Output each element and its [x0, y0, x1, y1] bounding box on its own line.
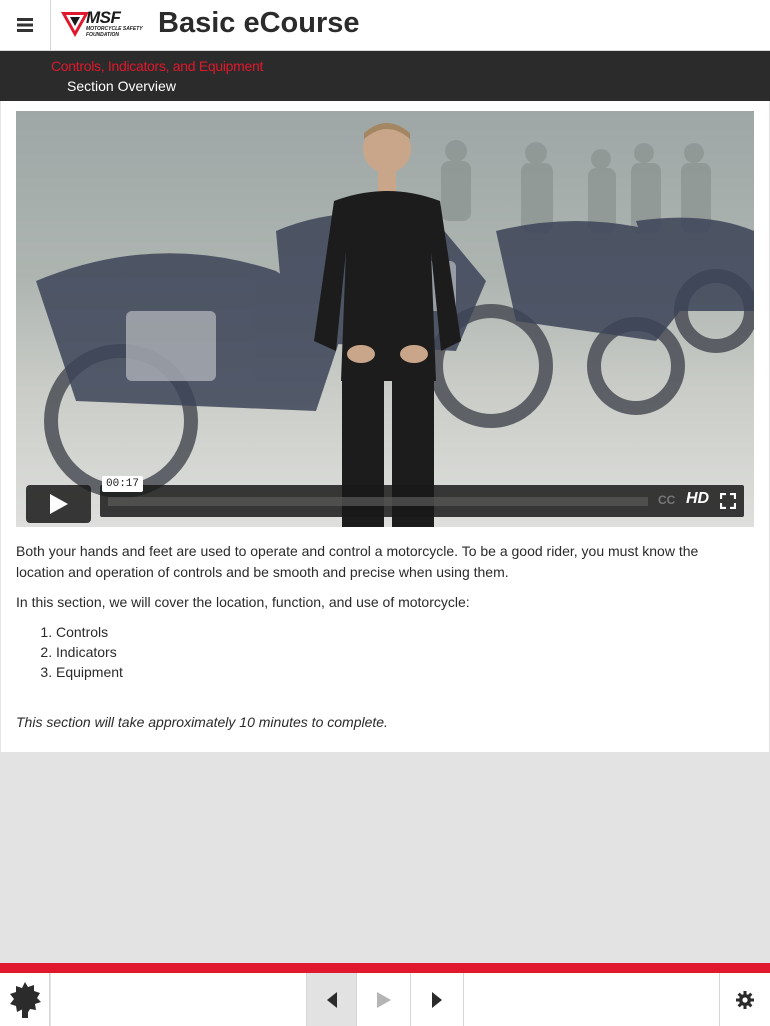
video-player[interactable]: CC HD 00:17	[16, 111, 754, 527]
course-section-title[interactable]: Controls, Indicators, and Equipment	[51, 58, 263, 74]
video-time-tooltip: 00:17	[102, 476, 144, 492]
play-icon	[49, 494, 68, 514]
page-title: Section Overview	[67, 78, 176, 94]
list-item: Controls	[56, 622, 746, 642]
previous-button[interactable]	[306, 973, 356, 1026]
next-button[interactable]	[410, 973, 464, 1026]
list-item: Equipment	[56, 662, 746, 682]
top-header: MSF MOTORCYCLE SAFETY FOUNDATION Basic e…	[0, 0, 770, 51]
gear-icon	[736, 990, 754, 1009]
bottom-navigation	[0, 963, 770, 1026]
closed-captions-button[interactable]: CC	[658, 493, 675, 507]
app-title: Basic eCourse	[158, 7, 360, 39]
footer-spacer-left	[51, 973, 306, 1026]
progress-strip	[0, 963, 770, 973]
next-icon	[432, 991, 442, 1008]
hamburger-icon	[17, 18, 33, 32]
replay-button[interactable]	[356, 973, 410, 1026]
duration-note: This section will take approximately 10 …	[16, 714, 388, 730]
intro-paragraph: Both your hands and feet are used to ope…	[16, 543, 699, 580]
achievements-button[interactable]	[0, 973, 50, 1026]
video-controls: CC HD 00:17	[26, 476, 744, 523]
section-header: Controls, Indicators, and Equipment Sect…	[0, 51, 770, 101]
fullscreen-icon[interactable]	[720, 493, 736, 509]
content-panel: CC HD 00:17 Both your hands and feet are…	[1, 101, 769, 752]
topics-list: Controls Indicators Equipment	[16, 622, 746, 682]
previous-icon	[326, 991, 337, 1008]
video-play-button[interactable]	[26, 485, 91, 523]
footer-spacer-right	[464, 973, 719, 1026]
video-progress-bar[interactable]	[108, 497, 648, 506]
play-icon	[376, 991, 391, 1008]
list-item: Indicators	[56, 642, 746, 662]
topics-intro: In this section, we will cover the locat…	[16, 594, 470, 610]
logo-text: MSF	[86, 8, 121, 27]
msf-logo: MSF MOTORCYCLE SAFETY FOUNDATION	[60, 8, 143, 41]
hd-button[interactable]: HD	[686, 490, 709, 508]
section-text: Both your hands and feet are used to ope…	[16, 541, 746, 742]
video-control-bar: CC HD	[100, 485, 744, 517]
video-frame	[36, 123, 754, 527]
settings-button[interactable]	[719, 973, 770, 1026]
menu-button[interactable]	[0, 0, 51, 50]
badge-icon	[9, 981, 41, 1018]
logo-subtext: MOTORCYCLE SAFETY FOUNDATION	[86, 26, 143, 38]
